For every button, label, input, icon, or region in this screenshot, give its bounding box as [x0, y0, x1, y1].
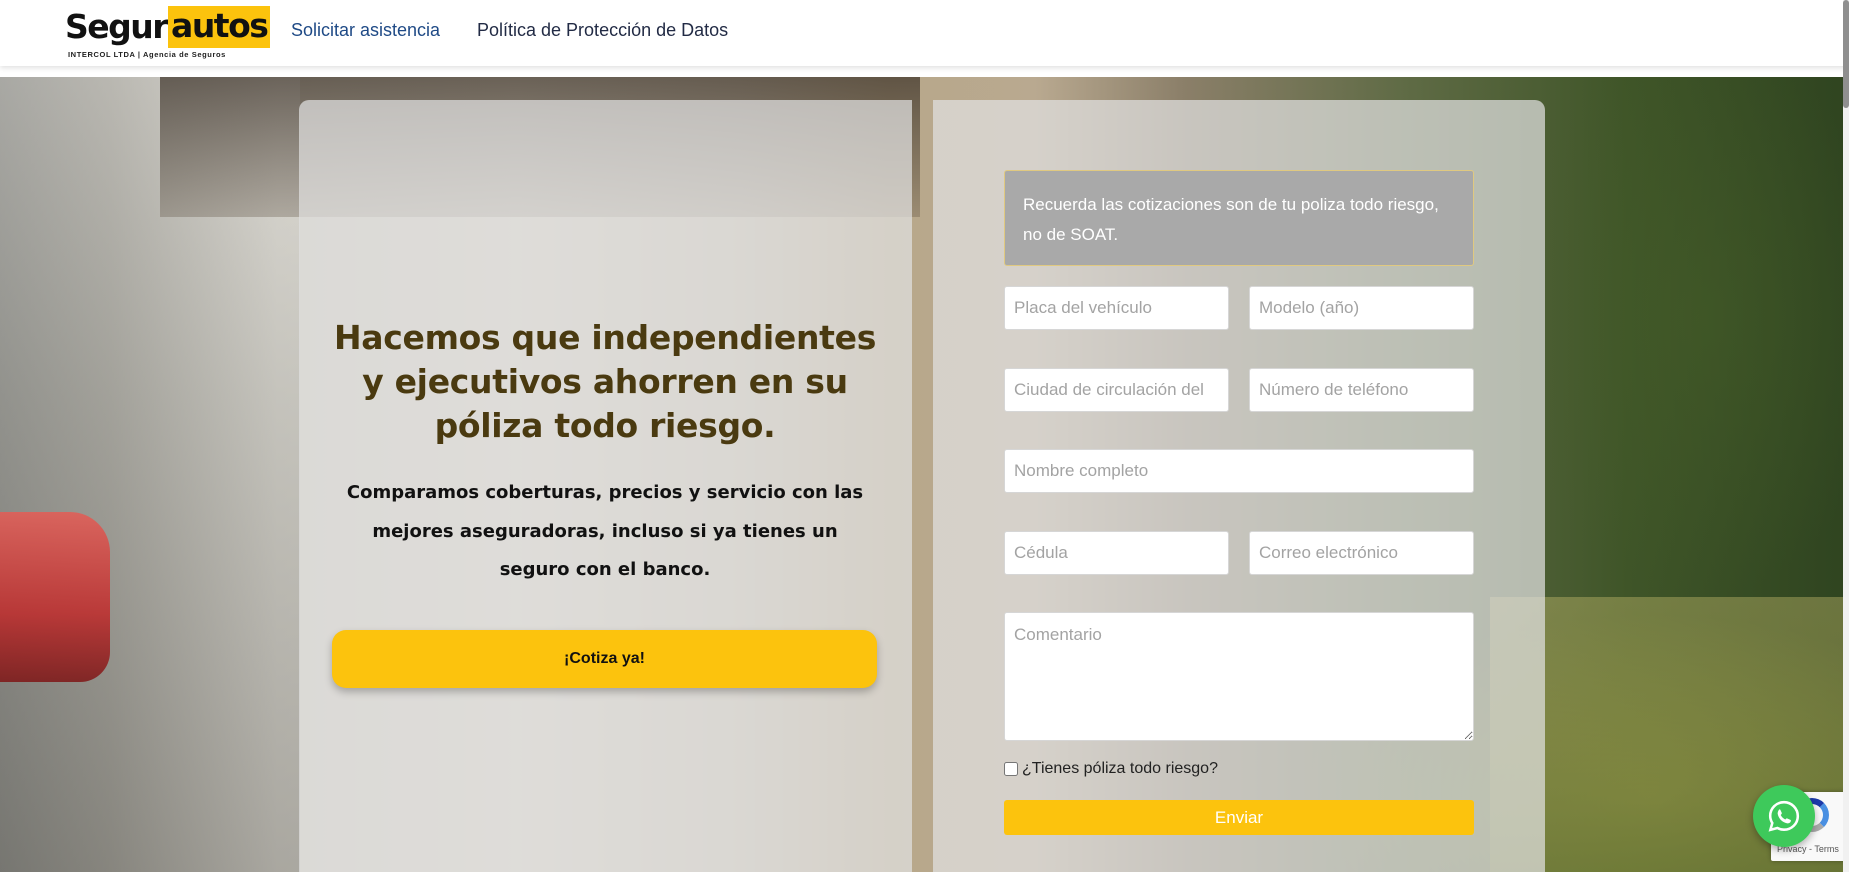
site-header: Segur autos INTERCOL LTDA | Agencia de S…: [0, 0, 1849, 66]
logo-tagline: INTERCOL LTDA | Agencia de Seguros: [68, 50, 226, 59]
correo-input[interactable]: [1249, 531, 1474, 575]
logo[interactable]: Segur autos INTERCOL LTDA | Agencia de S…: [65, 4, 271, 60]
whatsapp-button[interactable]: [1753, 785, 1815, 847]
nav-solicitar-asistencia[interactable]: Solicitar asistencia: [291, 20, 440, 41]
nav-politica-proteccion-datos[interactable]: Política de Protección de Datos: [477, 20, 728, 41]
comentario-textarea[interactable]: [1004, 612, 1474, 741]
whatsapp-icon: [1768, 800, 1800, 832]
hero-title: Hacemos que independientes y ejecutivos …: [333, 318, 877, 445]
scrollbar-thumb[interactable]: [1843, 0, 1849, 108]
nombre-completo-input[interactable]: [1004, 449, 1474, 493]
placa-input[interactable]: [1004, 286, 1229, 330]
enviar-button[interactable]: Enviar: [1004, 800, 1474, 835]
cedula-input[interactable]: [1004, 531, 1229, 575]
hero-subtitle: Comparamos coberturas, precios y servici…: [346, 482, 864, 580]
page-scrollbar[interactable]: [1843, 0, 1849, 872]
hero-background: [0, 77, 1849, 872]
hero-photo-taillight: [0, 512, 110, 682]
logo-text-segur: Segur: [65, 7, 169, 46]
poliza-checkbox-row[interactable]: ¿Tienes póliza todo riesgo?: [1004, 760, 1218, 778]
logo-text-autos: autos: [168, 6, 271, 48]
soat-notice: Recuerda las cotizaciones son de tu poli…: [1004, 170, 1474, 266]
poliza-checkbox[interactable]: [1004, 762, 1018, 776]
telefono-input[interactable]: [1249, 368, 1474, 412]
modelo-input[interactable]: [1249, 286, 1474, 330]
logo-wordmark: Segur autos: [65, 6, 271, 48]
poliza-checkbox-label: ¿Tienes póliza todo riesgo?: [1022, 760, 1218, 777]
cotiza-ya-button[interactable]: ¡Cotiza ya!: [332, 630, 877, 688]
ciudad-input[interactable]: [1004, 368, 1229, 412]
